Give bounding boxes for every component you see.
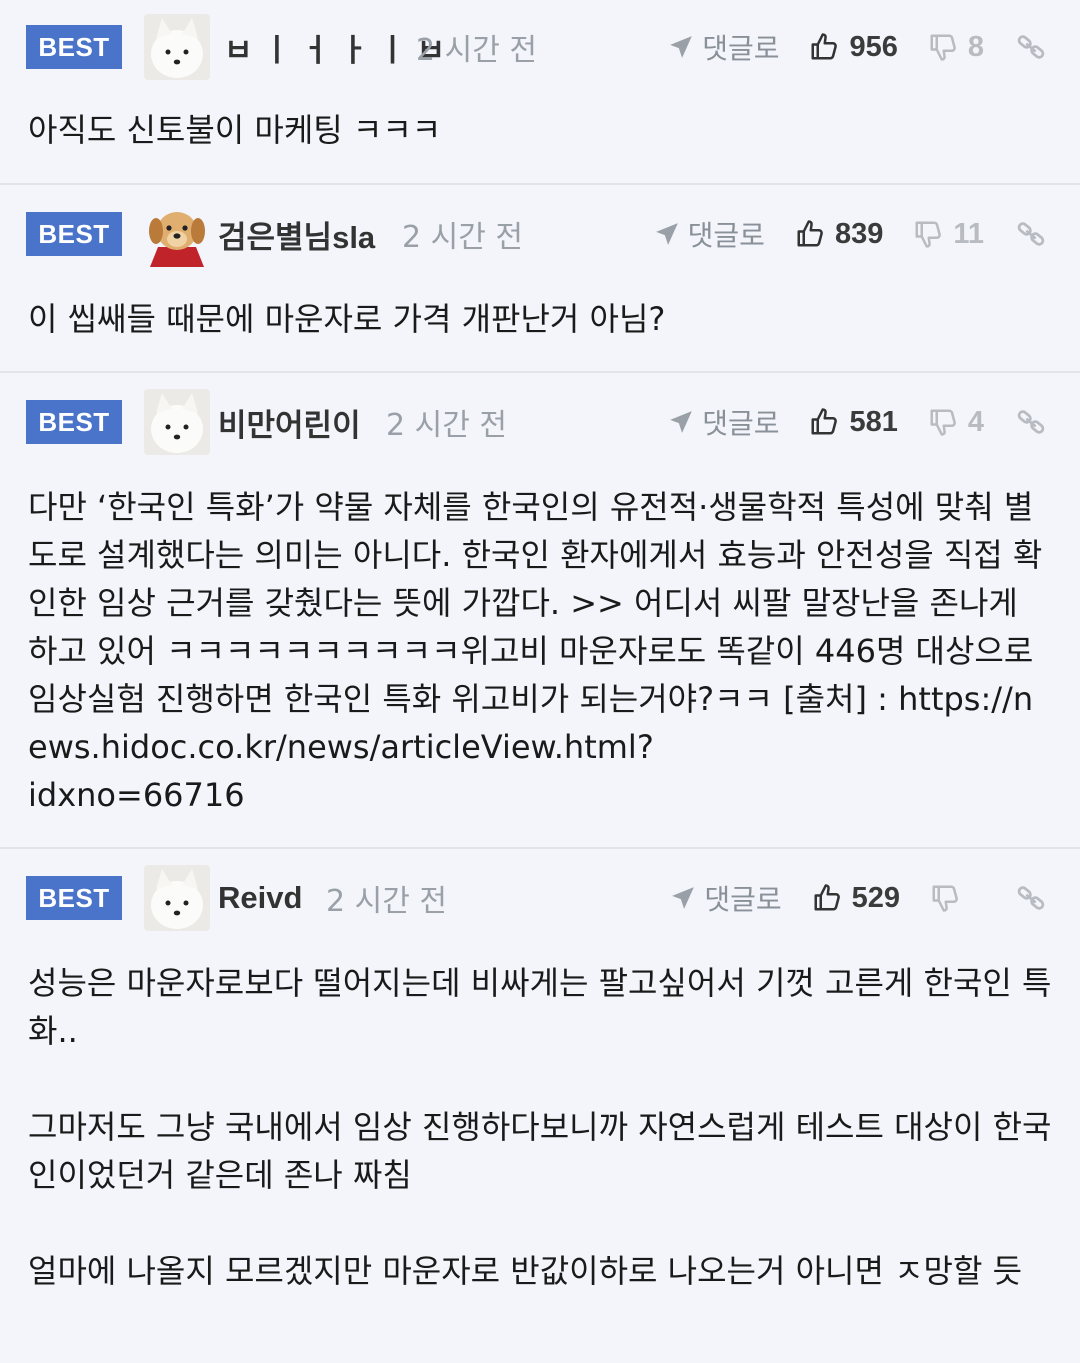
comment-time: 2 시간 전 [386,408,507,443]
reply-button[interactable]: 댓글로 [668,27,779,67]
like-count: 839 [834,217,884,250]
comment-author[interactable]: 비만어린이 [218,400,361,445]
link-icon [1017,410,1045,434]
reply-button[interactable]: 댓글로 [654,214,765,254]
dislike-count: 8 [967,30,984,63]
dislike-button[interactable]: 4 [928,406,984,439]
comment-author[interactable]: Reivd [218,880,302,916]
like-count: 581 [849,405,898,438]
comment-time: 2 시간 전 [416,33,537,68]
comment-actions: 댓글로 956 8 [668,17,1046,77]
reply-button[interactable]: 댓글로 [670,878,782,918]
dislike-button[interactable]: 8 [928,31,984,64]
thumbs-down-icon [915,221,942,248]
comment: BEST Reivd 2 시간 전 댓글로 529 성능은 마운자로보다 떨어지… [0,849,1080,1363]
send-icon [655,223,678,245]
comment: BEST 검은별님sla 2 시간 전 댓글로 839 11 이 씹쌔들 때문에… [0,185,1080,373]
like-button[interactable]: 529 [812,882,900,915]
comment-header: BEST 비만어린이 2 시간 전 댓글로 581 4 [0,387,1080,457]
best-badge: BEST [26,400,122,444]
send-icon [670,36,693,58]
reply-label: 댓글로 [704,883,782,916]
link-button[interactable] [1016,407,1046,437]
like-count: 956 [849,30,898,63]
comment-header: BEST 검은별님sla 2 시간 전 댓글로 839 11 [0,199,1080,269]
best-badge: BEST [26,876,122,920]
best-badge: BEST [26,212,122,256]
comment-header: BEST Reivd 2 시간 전 댓글로 529 [0,863,1080,933]
reply-label: 댓글로 [702,32,780,65]
puppy-avatar[interactable] [144,201,210,267]
send-icon [672,887,695,909]
link-icon [1017,222,1045,246]
link-button[interactable] [1016,219,1046,249]
comment-body: 아직도 신토불이 마케팅 ㅋㅋㅋ [28,111,442,149]
dislike-count: 11 [953,217,984,250]
white-dog-avatar[interactable] [144,14,210,80]
link-icon [1017,886,1045,910]
comment-actions: 댓글로 529 [670,868,1046,928]
comment-body: 이 씹쌔들 때문에 마운자로 가격 개판난거 아님? [28,300,666,338]
thumbs-up-icon [814,884,840,911]
link-icon [1017,35,1045,59]
comment-actions: 댓글로 839 11 [654,204,1046,264]
white-dog-avatar[interactable] [144,389,210,455]
reply-label: 댓글로 [702,407,780,440]
like-button[interactable]: 956 [809,30,898,64]
comment-body: 성능은 마운자로보다 떨어지는데 비싸게는 팔고싶어서 기껏 고른게 한국인 특… [28,964,1052,1290]
thumbs-down-icon [932,885,958,912]
thumbs-up-icon [811,408,838,435]
reply-label: 댓글로 [687,219,765,252]
like-button[interactable]: 581 [809,405,898,439]
comment-time: 2 시간 전 [326,884,447,919]
comment: BEST ㅂㅣㅓㅏㅣㅂ 2 시간 전 댓글로 956 8 아직도 신토불이 마케… [0,0,1080,185]
thumbs-up-icon [811,33,838,60]
dislike-button[interactable] [930,883,970,913]
comment-header: BEST ㅂㅣㅓㅏㅣㅂ 2 시간 전 댓글로 956 8 [0,12,1080,82]
thumbs-down-icon [930,34,956,61]
best-badge: BEST [26,25,122,69]
send-icon [670,411,693,433]
reply-button[interactable]: 댓글로 [668,402,779,442]
link-button[interactable] [1016,883,1046,913]
like-count: 529 [851,881,900,914]
comment-body: 다만 ‘한국인 특화’가 약물 자체를 한국인의 유전적·생물학적 특성에 맞춰… [28,488,1043,814]
comment: BEST 비만어린이 2 시간 전 댓글로 581 4 다만 ‘한국인 특화’가… [0,373,1080,849]
thumbs-down-icon [930,409,956,436]
like-button[interactable]: 839 [795,218,883,251]
dislike-count: 4 [967,405,984,438]
comment-actions: 댓글로 581 4 [668,392,1046,452]
link-button[interactable] [1016,32,1046,62]
comment-author[interactable]: 검은별님sla [218,212,375,257]
thumbs-up-icon [797,220,823,247]
dislike-button[interactable]: 11 [913,218,984,251]
white-dog-avatar[interactable] [144,865,210,931]
comment-time: 2 시간 전 [402,220,523,255]
